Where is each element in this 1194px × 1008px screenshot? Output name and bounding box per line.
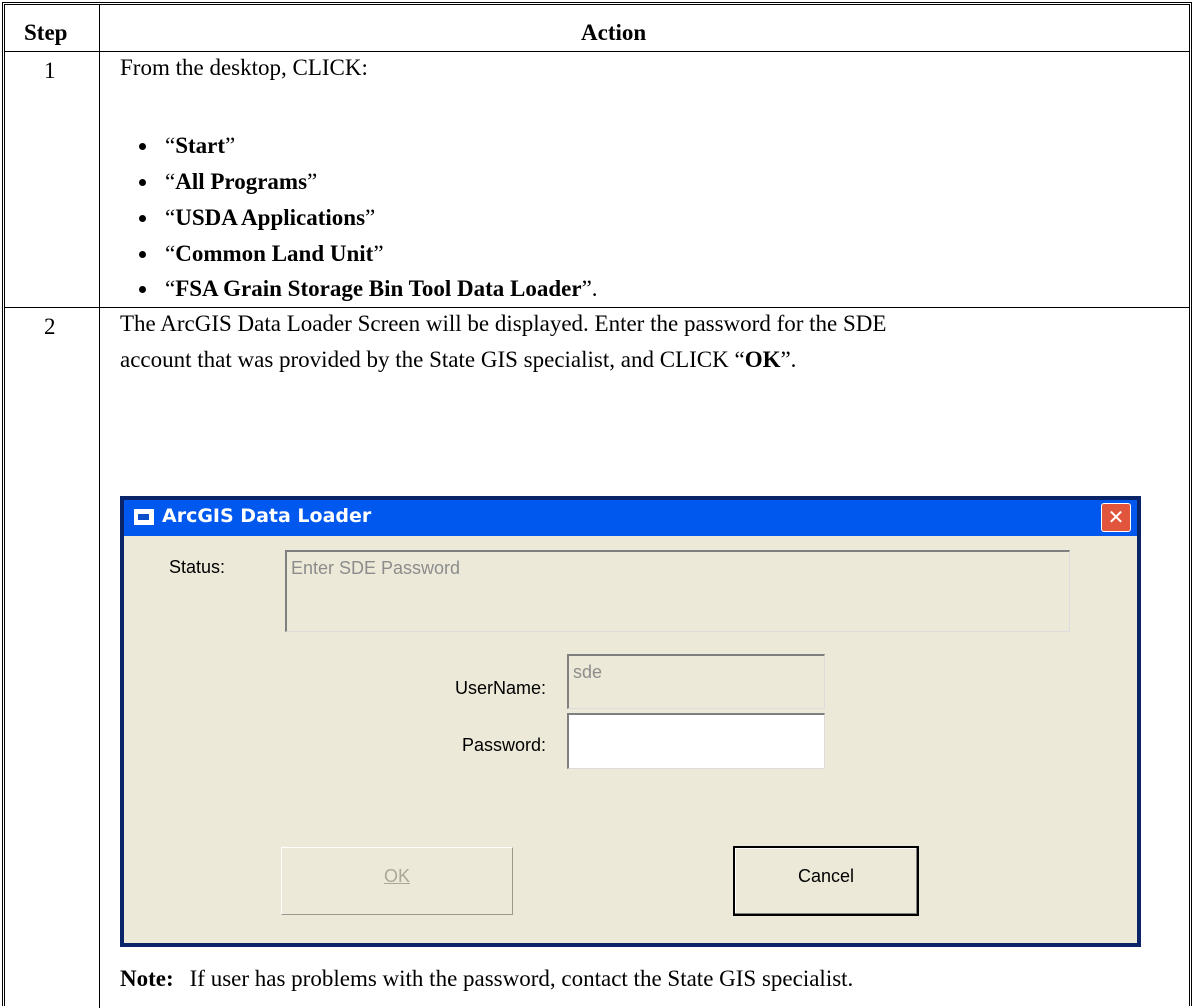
menu-path-item: FSA Grain Storage Bin Tool Data Loader [175,276,582,301]
ok-button-label: OK [383,866,410,886]
bullet-icon [139,215,146,222]
bullet-icon [139,251,146,258]
step-2-line-1: The ArcGIS Data Loader Screen will be di… [120,311,887,336]
cancel-button[interactable]: Cancel [733,846,919,916]
ok-button[interactable]: OK [281,847,513,915]
arcgis-data-loader-dialog: ArcGIS Data Loader ✕ Status: Enter SDE P… [120,496,1141,947]
step-number-1: 1 [44,58,56,83]
username-label: UserName: [455,678,547,698]
cancel-button-label: Cancel [797,866,855,886]
menu-path-item: USDA Applications [175,205,366,230]
header-step: Step [24,20,68,45]
dialog-title: ArcGIS Data Loader [162,505,372,527]
menu-path-item: Start [175,133,226,158]
bullet-icon [139,143,146,150]
header-action: Action [581,20,647,45]
bullet-icon [139,286,146,293]
close-icon[interactable]: ✕ [1101,503,1131,532]
column-divider [99,5,100,1008]
menu-path-item: Common Land Unit [175,241,374,266]
note: Note: If user has problems with the passw… [120,961,853,997]
step-number-2: 2 [44,314,56,339]
status-label: Status: [169,557,226,577]
note-text: If user has problems with the password, … [189,966,854,991]
step-2-line-2: account that was provided by the State G… [120,347,797,372]
dialog-title-bar[interactable]: ArcGIS Data Loader ✕ [124,500,1137,536]
window-icon [134,509,154,525]
note-label: Note: [120,966,174,991]
menu-path-item: All Programs [175,169,308,194]
password-field[interactable] [567,713,825,769]
password-label: Password: [462,735,547,755]
bullet-icon [139,179,146,186]
status-field: Enter SDE Password [285,550,1070,632]
username-field: sde [567,654,825,709]
step-1-intro: From the desktop, CLICK: [120,55,368,80]
